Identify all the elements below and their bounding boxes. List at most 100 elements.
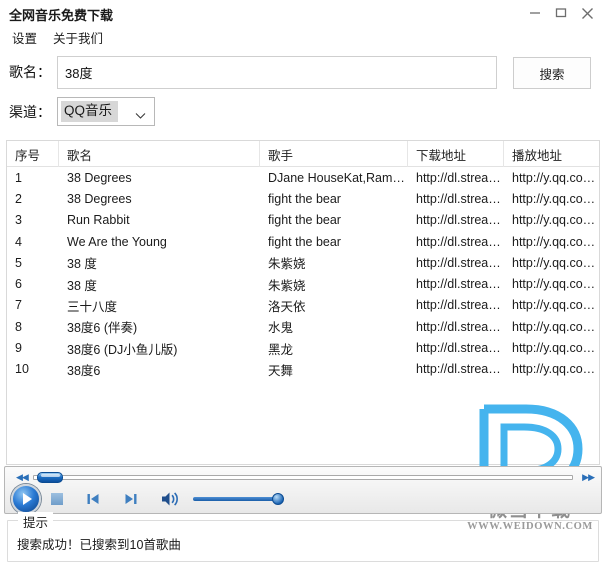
- cell-song: 38度6: [67, 363, 101, 378]
- channel-selected-value: QQ音乐: [61, 101, 119, 122]
- table-row[interactable]: 2 38 Degrees fight the bear http://dl.st…: [7, 188, 599, 209]
- volume-icon[interactable]: [161, 491, 181, 507]
- menu-item-about[interactable]: 关于我们: [50, 27, 106, 48]
- cell-play-url[interactable]: http://y.qq.co…: [504, 231, 599, 252]
- cell-download-url[interactable]: http://dl.strea…: [408, 252, 504, 273]
- cell-download-url[interactable]: http://dl.strea…: [408, 188, 504, 209]
- cell-song: 38 度: [67, 257, 97, 272]
- results-table: 序号 歌名 歌手 下载地址 播放地址 1 38 Degrees DJane Ho…: [6, 140, 600, 465]
- cell-download-url[interactable]: http://dl.strea…: [408, 316, 504, 337]
- cell-play-url[interactable]: http://y.qq.co…: [504, 295, 599, 316]
- app-window: 全网音乐免费下载 设置 关于我们 歌名： 搜索 渠道： QQ音乐: [0, 0, 606, 566]
- volume-track[interactable]: [193, 497, 281, 501]
- player-controls: [11, 483, 284, 515]
- cell-play-url[interactable]: http://y.qq.co…: [504, 210, 599, 231]
- window-controls: [522, 3, 600, 23]
- cell-artist: 天舞: [268, 363, 294, 378]
- cell-index: 6: [15, 277, 22, 292]
- channel-label: 渠道：: [9, 104, 51, 120]
- cell-play-url[interactable]: http://y.qq.co…: [504, 359, 599, 380]
- cell-download-url[interactable]: http://dl.strea…: [408, 273, 504, 294]
- cell-index: 8: [15, 319, 22, 334]
- cell-play-url[interactable]: http://y.qq.co…: [504, 167, 599, 188]
- channel-row: 渠道： QQ音乐: [0, 97, 606, 129]
- cell-artist: 朱紫娆: [268, 278, 306, 293]
- cell-index: 5: [15, 255, 22, 270]
- volume-slider[interactable]: [193, 492, 284, 506]
- cell-artist: fight the bear: [268, 191, 341, 206]
- table-body: 1 38 Degrees DJane HouseKat,Ram… http://…: [7, 167, 599, 380]
- tip-groupbox: 提示 搜索成功！已搜索到10首歌曲: [7, 512, 599, 562]
- stop-icon[interactable]: [51, 493, 63, 505]
- status-message: 搜索成功！已搜索到10首歌曲: [17, 538, 181, 552]
- cell-artist: 黑龙: [268, 342, 294, 357]
- cell-song: 三十八度: [67, 299, 118, 314]
- cell-song: 38 度: [67, 278, 97, 293]
- previous-track-icon[interactable]: [85, 491, 101, 507]
- cell-index: 2: [15, 191, 22, 206]
- table-row[interactable]: 3 Run Rabbit fight the bear http://dl.st…: [7, 210, 599, 231]
- table-row[interactable]: 4 We Are the Young fight the bear http:/…: [7, 231, 599, 252]
- play-icon[interactable]: [11, 484, 41, 514]
- cell-download-url[interactable]: http://dl.strea…: [408, 231, 504, 252]
- cell-download-url[interactable]: http://dl.strea…: [408, 210, 504, 231]
- column-header-download[interactable]: 下载地址: [408, 141, 504, 167]
- channel-select[interactable]: QQ音乐: [57, 97, 155, 126]
- table-row[interactable]: 1 38 Degrees DJane HouseKat,Ram… http://…: [7, 167, 599, 188]
- table-row[interactable]: 6 38 度 朱紫娆 http://dl.strea… http://y.qq.…: [7, 273, 599, 294]
- cell-download-url[interactable]: http://dl.strea…: [408, 337, 504, 358]
- cell-artist: 洛天依: [268, 299, 306, 314]
- close-icon[interactable]: [574, 3, 600, 23]
- cell-song: 38 Degrees: [67, 170, 132, 185]
- cell-play-url[interactable]: http://y.qq.co…: [504, 273, 599, 294]
- cell-index: 1: [15, 170, 22, 185]
- cell-song: Run Rabbit: [67, 213, 130, 228]
- cell-play-url[interactable]: http://y.qq.co…: [504, 337, 599, 358]
- tip-legend: 提示: [18, 512, 54, 531]
- cell-artist: fight the bear: [268, 234, 341, 249]
- cell-index: 3: [15, 213, 22, 228]
- maximize-icon[interactable]: [548, 3, 574, 23]
- column-header-play[interactable]: 播放地址: [504, 141, 599, 167]
- cell-play-url[interactable]: http://y.qq.co…: [504, 252, 599, 273]
- chevron-down-icon: [135, 107, 146, 125]
- table-row[interactable]: 7 三十八度 洛天依 http://dl.strea… http://y.qq.…: [7, 295, 599, 316]
- window-title: 全网音乐免费下载: [9, 8, 114, 23]
- cell-artist: 朱紫娆: [268, 257, 306, 272]
- menu-bar: 设置 关于我们: [0, 26, 606, 48]
- table-row[interactable]: 10 38度6 天舞 http://dl.strea… http://y.qq.…: [7, 359, 599, 380]
- column-header-index[interactable]: 序号: [7, 141, 59, 167]
- search-button[interactable]: 搜索: [513, 57, 591, 89]
- cell-index: 9: [15, 341, 22, 356]
- table-row[interactable]: 5 38 度 朱紫娆 http://dl.strea… http://y.qq.…: [7, 252, 599, 273]
- cell-download-url[interactable]: http://dl.strea…: [408, 359, 504, 380]
- column-header-artist[interactable]: 歌手: [260, 141, 408, 167]
- minimize-icon[interactable]: [522, 3, 548, 23]
- next-track-icon[interactable]: [123, 491, 139, 507]
- cell-download-url[interactable]: http://dl.strea…: [408, 167, 504, 188]
- song-label: 歌名：: [9, 64, 51, 80]
- column-header-song[interactable]: 歌名: [59, 141, 260, 167]
- cell-artist: fight the bear: [268, 213, 341, 228]
- seek-thumb[interactable]: [37, 472, 63, 483]
- cell-index: 4: [15, 234, 22, 249]
- title-bar: 全网音乐免费下载: [0, 0, 606, 28]
- cell-index: 10: [15, 362, 29, 377]
- menu-item-settings[interactable]: 设置: [9, 27, 40, 48]
- cell-play-url[interactable]: http://y.qq.co…: [504, 316, 599, 337]
- cell-play-url[interactable]: http://y.qq.co…: [504, 188, 599, 209]
- cell-song: 38 Degrees: [67, 191, 132, 206]
- seek-track[interactable]: [33, 475, 573, 480]
- cell-download-url[interactable]: http://dl.strea…: [408, 295, 504, 316]
- seek-bar[interactable]: ◀◀ ▶▶: [12, 471, 596, 483]
- search-input[interactable]: [57, 56, 497, 89]
- cell-song: 38度6 (DJ小鱼儿版): [67, 342, 178, 357]
- volume-thumb[interactable]: [272, 493, 284, 505]
- cell-index: 7: [15, 298, 22, 313]
- media-player: ◀◀ ▶▶: [4, 466, 602, 514]
- rewind-icon[interactable]: ◀◀: [16, 473, 29, 482]
- table-row[interactable]: 9 38度6 (DJ小鱼儿版) 黑龙 http://dl.strea… http…: [7, 337, 599, 358]
- fast-forward-icon[interactable]: ▶▶: [582, 473, 595, 482]
- table-row[interactable]: 8 38度6 (伴奏) 水鬼 http://dl.strea… http://y…: [7, 316, 599, 337]
- cell-song: We Are the Young: [67, 234, 167, 249]
